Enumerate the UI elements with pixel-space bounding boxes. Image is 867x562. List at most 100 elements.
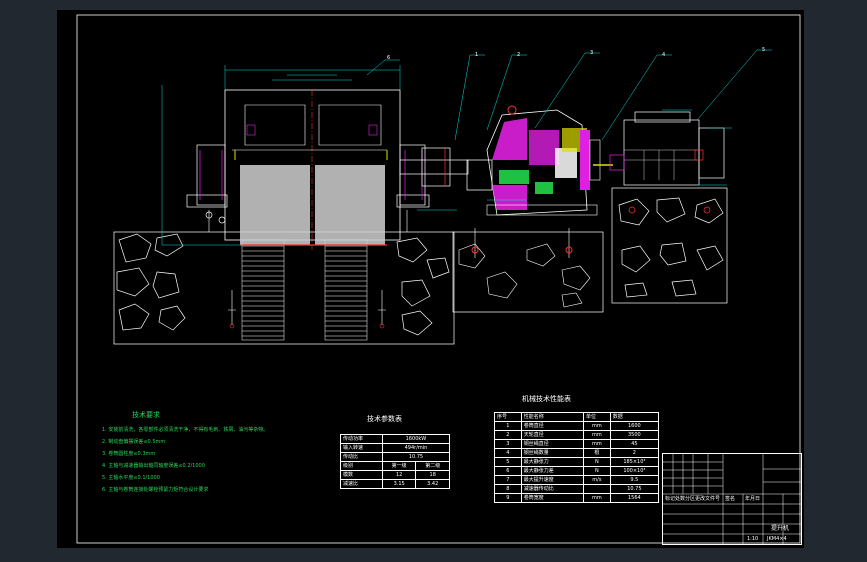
stage-header: 级别: [340, 461, 383, 471]
right-bearing: [396, 144, 430, 208]
table-cell: 天轮直径: [520, 430, 585, 440]
param-name: 传动比: [340, 452, 383, 462]
param-value: 10.75: [381, 452, 451, 462]
table-cell: 9: [494, 493, 522, 503]
table-cell: 8: [494, 484, 522, 494]
electric-motor: [609, 111, 725, 214]
param-value: 12: [381, 470, 417, 480]
balloon-label: 2: [517, 52, 520, 58]
table-row: 减速比 3.15 3.42: [340, 479, 450, 489]
column-header: 序号: [494, 412, 522, 422]
table-row: 输入转速 494r/min: [340, 443, 451, 453]
drawing-name: 提升机: [771, 525, 790, 532]
stage-header: 第二级: [415, 461, 450, 471]
table-cell: 1564: [609, 493, 660, 503]
drawing-scale: 1:10: [747, 536, 759, 542]
table-row: 4 钢丝绳数量根 2: [494, 448, 660, 458]
machine-perf-table: 序号 性能名称 单位 数据 1 卷筒直径 mm 1600 2 天轮直径 mm 3500 3 钢丝绳…: [494, 412, 660, 503]
table-cell: 钢丝绳数量: [520, 448, 585, 458]
title-block: 提升机 JKM4×4 1:10 标记 处数 分区 更改文件号 签名 年月日: [662, 453, 802, 545]
table-row: 7 最大提升速度 m/s 9.5: [494, 475, 660, 485]
balloon-label: 6: [387, 55, 390, 61]
table-cell: 185×10³: [609, 457, 660, 467]
table-cell: 钢丝绳直径: [520, 439, 585, 449]
title-row-label: 更改文件号: [695, 496, 721, 502]
table-cell: 10.75: [609, 484, 660, 494]
table-cell: 卷筒宽度: [520, 493, 585, 503]
table-cell: 7: [494, 475, 522, 485]
table-row: 传动比 10.75: [340, 452, 451, 462]
param-name: 减速比: [340, 479, 383, 489]
table-row: 3 钢丝绳直径 mm 45: [494, 439, 660, 449]
table-cell: mm: [583, 430, 611, 440]
title-row-label: 年月日: [745, 496, 761, 502]
table-cell: 1600: [609, 421, 660, 431]
tech-params-title: 技术参数表: [367, 415, 402, 423]
param-name: 输入转速: [340, 443, 383, 453]
param-name: 传动功率: [340, 434, 383, 444]
tech-requirements-list: 1. 安装前清洗，各零部件必须清洗干净，不得有毛刺、铁屑、油污等杂物。 2. 制…: [102, 424, 268, 496]
title-row-label: 标记: [665, 496, 676, 502]
table-cell: 4: [494, 448, 522, 458]
title-row-label: 分区: [685, 496, 696, 502]
table-cell: 最大静张力: [520, 457, 585, 467]
param-value: 3.42: [415, 479, 450, 489]
param-name: 模数: [340, 470, 383, 480]
param-value: 3.15: [381, 479, 417, 489]
drawing-sheet: 1 2 3 4 5 6 技术要求 1. 安装前清洗，各零部件必须清洗干净，不得有…: [57, 10, 804, 548]
table-cell: 2: [494, 430, 522, 440]
param-value: 494r/min: [381, 443, 451, 453]
table-cell: [583, 484, 611, 494]
table-cell: 减速器传动比: [520, 484, 585, 494]
title-row-label: 签名: [725, 496, 736, 502]
drawing-code: JKM4×4: [767, 536, 787, 542]
balloon-label: 1: [475, 52, 478, 58]
table-row: 5 最大静张力 N 185×10³: [494, 457, 660, 467]
table-row: 8 减速器传动比 10.75: [494, 484, 660, 494]
requirement-item: 2. 制动盘偏摆误差≤0.5mm: [102, 439, 166, 445]
machine-perf-body: 1 卷筒直径 mm 1600 2 天轮直径 mm 3500 3 钢丝绳直径 mm 45 4 钢丝绳数量根 2…: [494, 421, 660, 503]
tech-params-table: 传动功率 1600kW 输入转速 494r/min 传动比 10.75 级别 第一级 第二…: [340, 434, 451, 489]
table-header-row: 序号 性能名称 单位 数据: [494, 412, 660, 422]
table-cell: 5: [494, 457, 522, 467]
brake-disc: [580, 130, 613, 190]
part-balloons: 1 2 3 4 5 6: [387, 47, 765, 61]
column-header: 性能名称: [520, 412, 585, 422]
column-header: 单位: [583, 412, 611, 422]
requirement-item: 5. 主轴水平度≤0.1/1000: [102, 475, 160, 481]
table-row: 1 卷筒直径 mm 1600: [494, 421, 660, 431]
requirement-item: 3. 卷筒圆柱度≤0.3mm: [102, 451, 156, 457]
table-cell: 2: [609, 448, 660, 458]
column-header: 数据: [609, 412, 660, 422]
hoist-drum: [224, 89, 401, 250]
table-cell: 45: [609, 439, 660, 449]
balloon-label: 4: [662, 52, 665, 58]
table-cell: 100×10³: [609, 466, 660, 476]
param-value: 18: [415, 470, 450, 480]
stage-header: 第一级: [381, 461, 417, 471]
table-row: 模数 12 18: [340, 470, 450, 480]
table-cell: 9.5: [609, 475, 660, 485]
table-row: 2 天轮直径 mm 3500: [494, 430, 660, 440]
requirement-item: 6. 主轴与卷筒连接处螺栓预紧力矩符合设计要求: [102, 487, 209, 493]
table-row: 9 卷筒宽度 mm 1564: [494, 493, 660, 503]
table-cell: 3: [494, 439, 522, 449]
table-cell: mm: [583, 493, 611, 503]
drum-pit-stairs: [241, 239, 368, 341]
table-cell: 根: [583, 448, 611, 458]
table-cell: m/s: [583, 475, 611, 485]
table-row: 6 最大静张力差 N 100×10³: [494, 466, 660, 476]
table-cell: 最大静张力差: [520, 466, 585, 476]
table-cell: 1: [494, 421, 522, 431]
table-cell: 卷筒直径: [520, 421, 585, 431]
table-cell: N: [583, 466, 611, 476]
table-row: 传动功率 1600kW: [340, 434, 451, 444]
title-row-label: 处数: [675, 496, 686, 502]
table-cell: mm: [583, 439, 611, 449]
balloon-label: 3: [590, 50, 593, 56]
table-cell: 6: [494, 466, 522, 476]
balloon-label: 5: [762, 47, 765, 53]
requirement-item: 4. 主轴与减速器输出轴同轴度误差≤0.2/1000: [102, 463, 205, 469]
machine-perf-title: 机械技术性能表: [522, 395, 571, 403]
table-cell: 3500: [609, 430, 660, 440]
